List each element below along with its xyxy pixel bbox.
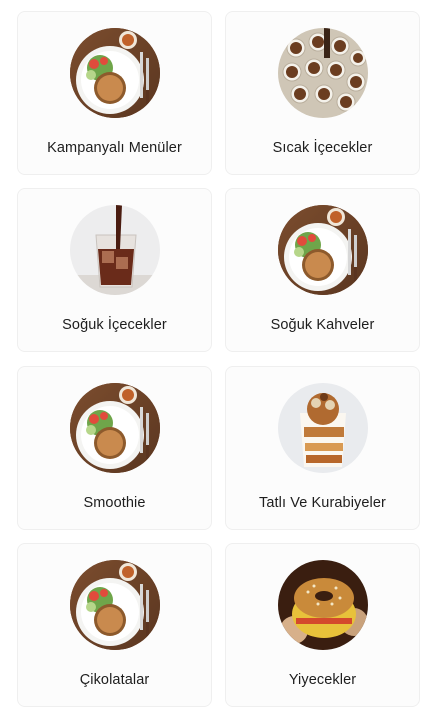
category-label: Smoothie	[83, 495, 146, 511]
category-card-yiyecekler[interactable]: Yiyecekler	[225, 543, 420, 707]
category-label: Çikolatalar	[79, 672, 150, 688]
category-image	[278, 560, 368, 650]
category-card-soguk-icecekler[interactable]: Soğuk İçecekler	[17, 188, 212, 352]
category-card-soguk-kahveler[interactable]: Soğuk Kahveler	[225, 188, 420, 352]
category-label: Sıcak İçecekler	[272, 140, 373, 156]
category-card-smoothie[interactable]: Smoothie	[17, 366, 212, 530]
coffee-cups-image	[278, 28, 368, 118]
iced-cola-glass-image	[70, 205, 160, 295]
category-grid: Kampanyalı Menüler Sıcak İçecekler Soğuk…	[0, 0, 438, 720]
category-card-sicak-icecekler[interactable]: Sıcak İçecekler	[225, 11, 420, 175]
plate-with-burger-image	[70, 28, 160, 118]
category-card-cikolatalar[interactable]: Çikolatalar	[17, 543, 212, 707]
plate-with-burger-image	[70, 383, 160, 473]
category-label: Soğuk İçecekler	[62, 317, 167, 333]
category-card-tatli-ve-kurabiyeler[interactable]: Tatlı Ve Kurabiyeler	[225, 366, 420, 530]
dessert-jar-image	[278, 383, 368, 473]
bagel-sandwich-image	[278, 560, 368, 650]
category-image	[70, 560, 160, 650]
plate-with-burger-image	[278, 205, 368, 295]
category-image	[70, 205, 160, 295]
category-image	[278, 28, 368, 118]
category-label: Tatlı Ve Kurabiyeler	[259, 495, 386, 511]
category-label: Soğuk Kahveler	[270, 317, 375, 333]
category-image	[70, 383, 160, 473]
category-card-kampanyali-menuler[interactable]: Kampanyalı Menüler	[17, 11, 212, 175]
plate-with-burger-image	[70, 560, 160, 650]
category-image	[278, 205, 368, 295]
category-image	[70, 28, 160, 118]
category-label: Yiyecekler	[288, 672, 357, 688]
category-label: Kampanyalı Menüler	[47, 140, 182, 156]
category-image	[278, 383, 368, 473]
